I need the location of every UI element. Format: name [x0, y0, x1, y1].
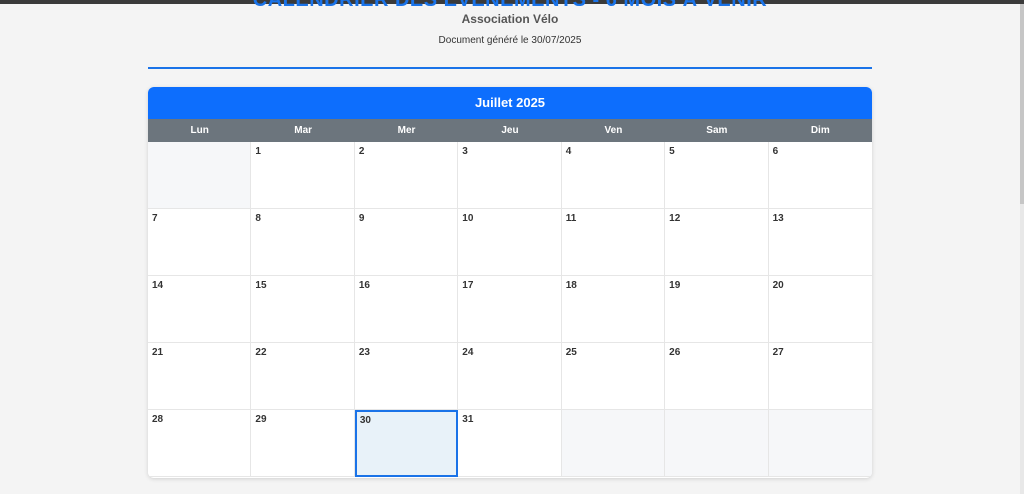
- day-cell[interactable]: 24: [458, 343, 562, 410]
- day-cell[interactable]: 23: [354, 343, 459, 410]
- day-cell[interactable]: 22: [251, 343, 355, 410]
- day-cell[interactable]: 4: [561, 142, 666, 209]
- day-cell[interactable]: 27: [768, 343, 872, 410]
- day-cell[interactable]: 3: [458, 142, 562, 209]
- day-number: 8: [255, 213, 261, 224]
- day-cell[interactable]: 17: [458, 276, 562, 343]
- day-number: 3: [462, 146, 468, 157]
- document-title: CALENDRIER DES ÉVÉNEMENTS - 6 MOIS À VEN…: [252, 0, 768, 11]
- day-cell[interactable]: 8: [251, 209, 355, 276]
- day-cell[interactable]: 5: [665, 142, 769, 209]
- day-cell[interactable]: 18: [561, 276, 666, 343]
- day-number: 11: [565, 213, 577, 224]
- generated-date: Document généré le 30/07/2025: [438, 35, 582, 46]
- empty-day-cell: [561, 410, 666, 477]
- day-number: 20: [772, 280, 784, 291]
- empty-day-cell: [665, 410, 769, 477]
- day-cell[interactable]: 6: [768, 142, 872, 209]
- day-number: 31: [462, 414, 474, 425]
- day-number: 26: [669, 347, 681, 358]
- day-number: 30: [359, 415, 371, 426]
- day-cell[interactable]: 14: [148, 276, 252, 343]
- weekday-label: Mer: [397, 125, 416, 136]
- day-number: 19: [669, 280, 681, 291]
- day-cell[interactable]: 13: [768, 209, 872, 276]
- day-cell[interactable]: 28: [148, 410, 252, 477]
- weekday-header-row: Lun Mar Mer Jeu Ven Sam Dim: [148, 119, 872, 142]
- day-cell[interactable]: 26: [665, 343, 769, 410]
- day-number: 10: [462, 213, 474, 224]
- day-number: 13: [772, 213, 784, 224]
- empty-day-cell: [148, 142, 252, 209]
- day-cell-today[interactable]: 30: [354, 410, 459, 477]
- header-divider: [148, 67, 872, 69]
- association-name: Association Vélo: [461, 12, 559, 26]
- day-number: 25: [565, 347, 577, 358]
- empty-day-cell: [768, 410, 872, 477]
- day-number: 12: [669, 213, 681, 224]
- day-number: 7: [152, 213, 158, 224]
- day-number: 24: [462, 347, 474, 358]
- day-number: 18: [565, 280, 577, 291]
- day-cell[interactable]: 9: [354, 209, 459, 276]
- day-number: 17: [462, 280, 474, 291]
- day-number: 6: [772, 146, 779, 157]
- day-cell[interactable]: 15: [251, 276, 355, 343]
- scrollbar-thumb[interactable]: [1020, 4, 1024, 204]
- day-grid: 1 2 3 4 5 6 7 8 9 10 11 12 13 14 15 16 17 18 19 20 21 22 23 24 2…: [148, 142, 872, 477]
- day-number: 27: [772, 347, 784, 358]
- day-number: 29: [255, 414, 267, 425]
- weekday-label: Sam: [706, 125, 728, 136]
- day-number: 5: [669, 146, 675, 157]
- weekday-label: Lun: [190, 125, 209, 136]
- weekday-label: Jeu: [501, 125, 519, 136]
- weekday-label: Mar: [294, 125, 313, 136]
- day-cell[interactable]: 21: [148, 343, 252, 410]
- day-cell[interactable]: 19: [665, 276, 769, 343]
- day-number: 23: [358, 347, 370, 358]
- day-cell[interactable]: 29: [251, 410, 355, 477]
- weekday-label: Ven: [604, 125, 623, 136]
- day-number: 9: [358, 213, 365, 224]
- weekday-label: Dim: [810, 125, 830, 136]
- day-number: 2: [358, 146, 365, 157]
- day-cell[interactable]: 25: [561, 343, 666, 410]
- day-number: 1: [255, 146, 261, 157]
- day-cell[interactable]: 2: [354, 142, 459, 209]
- day-cell[interactable]: 10: [458, 209, 562, 276]
- day-cell[interactable]: 16: [354, 276, 459, 343]
- day-cell[interactable]: 12: [665, 209, 769, 276]
- day-cell[interactable]: 1: [251, 142, 355, 209]
- day-cell[interactable]: 20: [768, 276, 872, 343]
- day-cell[interactable]: 31: [458, 410, 562, 477]
- day-number: 4: [565, 146, 572, 157]
- day-number: 14: [152, 280, 164, 291]
- day-number: 16: [358, 280, 370, 291]
- month-title: Juillet 2025: [148, 87, 872, 119]
- month-calendar: Juillet 2025 Lun Mar Mer Jeu Ven Sam Dim…: [148, 87, 872, 478]
- day-cell[interactable]: 11: [561, 209, 666, 276]
- day-cell[interactable]: 7: [148, 209, 252, 276]
- day-number: 15: [255, 280, 267, 291]
- day-number: 28: [152, 414, 164, 425]
- day-number: 21: [152, 347, 164, 358]
- day-number: 22: [255, 347, 267, 358]
